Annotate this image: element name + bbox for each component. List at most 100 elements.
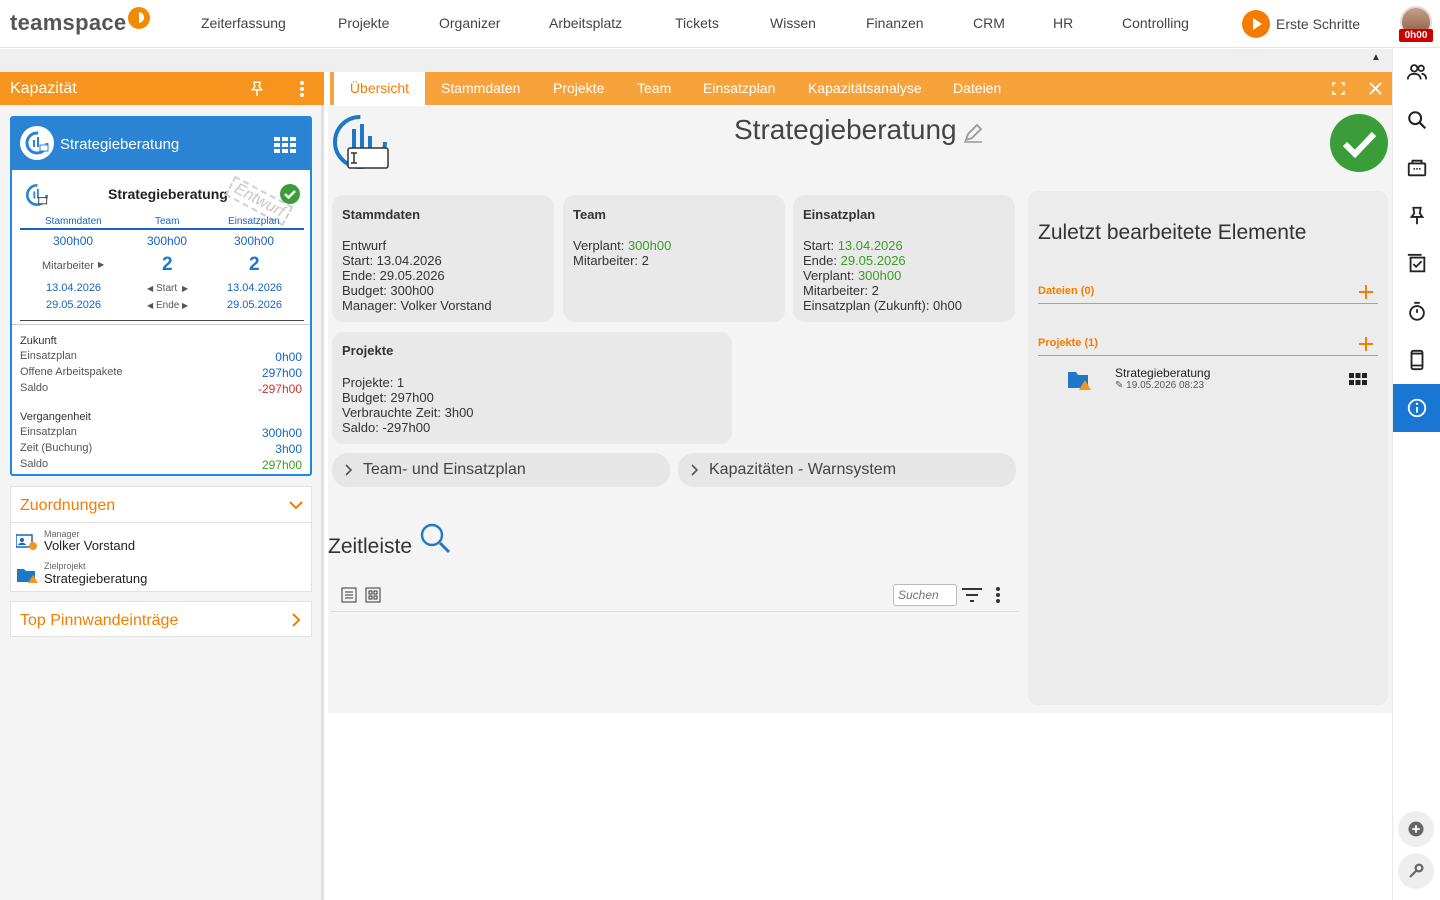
assignments-header[interactable]: Zuordnungen [11, 487, 311, 523]
recent-project-item[interactable]: Strategieberatung ✎ 19.05.2026 08:23 [1068, 365, 1380, 395]
stopwatch-icon [1409, 301, 1425, 321]
future-saldo-value: -297h00 [257, 382, 302, 396]
top-navigation: teamspace Zeiterfassung Projekte Organiz… [0, 0, 1440, 48]
more-vertical-icon[interactable] [994, 586, 1002, 604]
inbox-button[interactable] [1393, 144, 1440, 192]
hours-stammdaten: 300h00 [53, 234, 94, 248]
end-value: 29.05.2026 [840, 253, 906, 268]
team-einsatzplan-collapsible[interactable]: Team- und Einsatzplan [332, 453, 670, 487]
grid-icon[interactable] [274, 137, 296, 153]
box-title: Projekte [342, 343, 394, 358]
fullscreen-icon[interactable] [1332, 82, 1345, 95]
mobile-button[interactable] [1393, 336, 1440, 384]
verplant-value: 300h00 [627, 238, 672, 253]
pin-panel-button[interactable] [248, 80, 266, 103]
phone-icon [1410, 349, 1424, 371]
timer-button[interactable] [1393, 288, 1440, 336]
search-button[interactable] [1393, 96, 1440, 144]
pinboard-panel[interactable]: Top Pinnwandeinträge [10, 601, 312, 637]
warnsystem-collapsible[interactable]: Kapazitäten - Warnsystem [678, 453, 1016, 487]
start-text: Start: 13.04.2026 [342, 253, 442, 268]
nav-item-arbeitsplatz[interactable]: Arbeitsplatz [549, 15, 622, 31]
past-title: Vergangenheit [20, 411, 91, 423]
timeline-search-input[interactable] [893, 584, 957, 606]
list-view-icon[interactable] [341, 587, 357, 603]
erste-schritte-label: Erste Schritte [1276, 16, 1361, 32]
assignments-title: Zuordnungen [20, 497, 116, 514]
contacts-button[interactable] [1393, 48, 1440, 96]
projects-label: Projekte (1) [1038, 337, 1098, 349]
arrow-left-icon: ◀ [147, 301, 154, 310]
nav-item-wissen[interactable]: Wissen [770, 15, 816, 31]
end-date-einsatzplan: 29.05.2026 [227, 299, 283, 311]
edit-icon[interactable] [962, 122, 984, 144]
future-text: Einsatzplan (Zukunft): 0h00 [803, 298, 962, 313]
stammdaten-box[interactable]: Stammdaten Entwurf Start: 13.04.2026 End… [332, 195, 554, 322]
pin-icon [251, 81, 263, 96]
capacity-card[interactable]: Strategieberatung Strategieberatung Entw… [10, 116, 312, 476]
nav-item-controlling[interactable]: Controlling [1122, 15, 1189, 31]
nav-item-hr[interactable]: HR [1053, 15, 1073, 31]
search-icon[interactable] [419, 522, 451, 554]
tab-dateien[interactable]: Dateien [953, 72, 1001, 105]
project-folder-icon [1068, 372, 1091, 390]
tools-button[interactable] [1398, 853, 1434, 889]
arrow-right-icon: ▶ [182, 301, 189, 310]
target-project-name[interactable]: Strategieberatung [44, 571, 147, 586]
info-button[interactable] [1393, 384, 1440, 432]
arrow-right-icon: ▶ [98, 260, 105, 269]
tab-projekte[interactable]: Projekte [553, 72, 604, 105]
add-file-icon[interactable] [1358, 284, 1374, 300]
arrow-left-icon: ◀ [147, 284, 154, 293]
budget-text: Budget: 300h00 [342, 283, 434, 298]
future-label: Offene Arbeitspakete [20, 366, 123, 378]
tab-bar: Stammdaten Projekte Team Einsatzplan Kap… [330, 72, 1392, 105]
grid-icon[interactable] [1349, 373, 1367, 385]
project-saldo: Saldo: -297h00 [342, 420, 431, 435]
capacity-small-icon [25, 183, 49, 207]
erste-schritte-button[interactable]: Erste Schritte [1242, 10, 1360, 38]
filter-icon[interactable] [962, 588, 982, 602]
end-label: Ende [156, 300, 180, 311]
tab-kapazitaetsanalyse[interactable]: Kapazitätsanalyse [808, 72, 922, 105]
wrench-icon [1409, 863, 1424, 878]
mitarbeiter-einsatzplan: 2 [249, 254, 260, 275]
manager-name[interactable]: Volker Vorstand [44, 538, 135, 553]
nav-item-tickets[interactable]: Tickets [675, 15, 719, 31]
start-label: Start [156, 283, 178, 294]
projekte-box[interactable]: Projekte Projekte: 1 Budget: 297h00 Verb… [332, 332, 732, 444]
einsatzplan-box[interactable]: Einsatzplan Start: 13.04.2026 Ende: 29.0… [793, 195, 1015, 322]
teamspace-logo[interactable]: teamspace [10, 7, 151, 36]
end-text: Ende: 29.05.2026 [342, 268, 445, 283]
divider [20, 228, 304, 230]
panel-menu-button[interactable] [294, 80, 310, 103]
tile-view-icon[interactable] [365, 587, 381, 603]
add-circle-button[interactable] [1398, 811, 1434, 847]
mitarbeiter-team: 2 [162, 254, 173, 275]
gray-band [0, 49, 1392, 72]
nav-item-zeiterfassung[interactable]: Zeiterfassung [201, 15, 286, 31]
start-label: Start: [803, 238, 838, 253]
files-label: Dateien (0) [1038, 285, 1095, 297]
tab-einsatzplan[interactable]: Einsatzplan [703, 72, 775, 105]
tab-team[interactable]: Team [637, 72, 671, 105]
box-title: Team [573, 207, 606, 222]
arrow-right-icon: ▶ [182, 284, 189, 293]
tasks-button[interactable] [1393, 240, 1440, 288]
team-box[interactable]: Team Verplant: 300h00 Mitarbeiter: 2 [563, 195, 785, 322]
mitarbeiter-text: Mitarbeiter: 2 [803, 283, 879, 298]
nav-item-projekte[interactable]: Projekte [338, 15, 389, 31]
nav-item-organizer[interactable]: Organizer [439, 15, 500, 31]
add-circle-icon [1408, 821, 1424, 837]
scroll-up-icon[interactable]: ▲ [1371, 52, 1381, 63]
tab-stammdaten[interactable]: Stammdaten [441, 72, 520, 105]
tab-uebersicht[interactable]: Übersicht [334, 72, 425, 106]
add-project-icon[interactable] [1358, 336, 1374, 352]
close-icon[interactable] [1369, 82, 1382, 95]
nav-item-crm[interactable]: CRM [973, 15, 1005, 31]
capacity-icon [20, 126, 54, 160]
pin-button[interactable] [1393, 192, 1440, 240]
project-folder-icon [17, 569, 38, 583]
past-saldo-value: 297h00 [261, 458, 302, 472]
nav-item-finanzen[interactable]: Finanzen [866, 15, 924, 31]
